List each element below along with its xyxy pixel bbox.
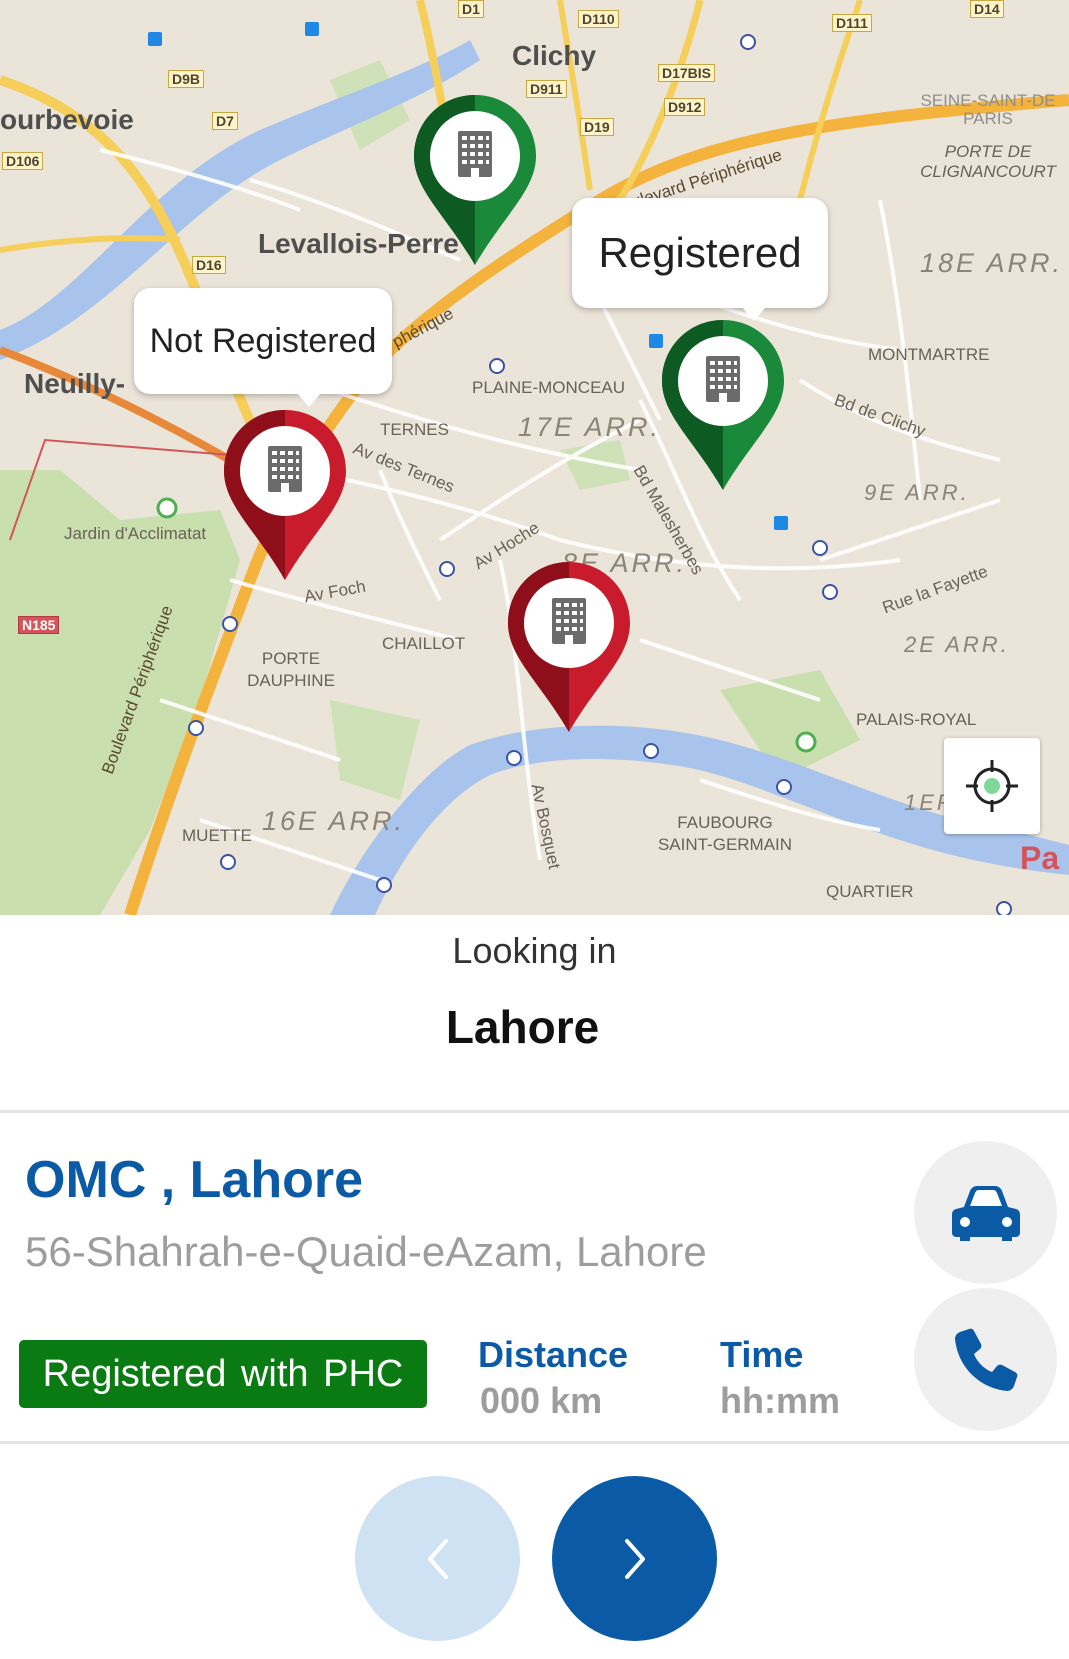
road-shield: D106 [2, 152, 44, 170]
map-pin-registered[interactable] [414, 95, 536, 265]
map-label-arr2: 2E ARR. [904, 632, 1010, 657]
my-location-button[interactable] [944, 738, 1040, 834]
road-shield: D912 [664, 98, 706, 116]
map-label-palais-royal: PALAIS-ROYAL [856, 710, 977, 729]
call-button[interactable] [914, 1288, 1057, 1431]
map-pin-not-registered[interactable] [224, 410, 346, 580]
map-label-faubourg: FAUBOURG SAINT-GERMAIN [657, 813, 793, 854]
map-label-seine-st-denis: SEINE-SAINT-DE PARIS [920, 91, 1056, 128]
building-icon [268, 446, 302, 492]
road-shield: N185 [18, 616, 60, 634]
looking-in-label: Looking in [452, 930, 617, 971]
previous-button[interactable] [355, 1476, 520, 1641]
map-label-muette: MUETTE [182, 826, 252, 845]
map-label-courbevoie: ourbevoie [0, 104, 134, 135]
road-shield: D17BIS [658, 64, 716, 82]
map-pin-registered[interactable] [662, 320, 784, 490]
map-pin-not-registered[interactable] [508, 562, 630, 732]
locate-icon [966, 760, 1018, 812]
center-address: 56-Shahrah-e-Quaid-eAzam, Lahore [25, 1228, 707, 1275]
distance-label: Distance [478, 1334, 629, 1375]
road-shield: D110 [578, 10, 619, 28]
map-label-paris: Pa [1020, 840, 1060, 876]
map-label-arr16: 16E ARR. [262, 806, 406, 836]
map-label-clichy: Clichy [512, 40, 597, 71]
time-value: hh:mm [720, 1380, 840, 1421]
map-label-chaillot: CHAILLOT [382, 634, 466, 653]
road-shield: D16 [192, 256, 226, 274]
map-label-ternes: TERNES [380, 420, 449, 439]
registered-callout: Registered [572, 198, 828, 321]
time-label: Time [720, 1334, 804, 1375]
map-label-quartier: QUARTIER [826, 882, 914, 901]
phone-icon [954, 1328, 1017, 1391]
divider [0, 1441, 1069, 1444]
registration-status-badge: Registered with PHC [19, 1340, 427, 1408]
next-button[interactable] [552, 1476, 717, 1641]
road-shield: D19 [580, 118, 614, 136]
building-icon [458, 131, 492, 177]
map-label-plaine-monceau: PLAINE-MONCEAU [472, 378, 626, 397]
center-name[interactable]: OMC , Lahore [25, 1150, 363, 1210]
road-shield: D9B [168, 70, 205, 88]
map-label-porte-clignancourt: PORTE DE CLIGNANCOURT [920, 142, 1056, 181]
map-label-jardin: Jardin d'Acclimatat [64, 524, 207, 543]
map-label-arr18: 18E ARR. [920, 248, 1064, 278]
building-icon [552, 598, 586, 644]
map-view[interactable]: Clichy ourbevoie Levallois-Perre Neuilly… [0, 0, 1069, 915]
map-label-arr17: 17E ARR. [518, 412, 662, 442]
map-label-arr9: 9E ARR. [864, 480, 970, 505]
selected-city[interactable]: Lahore [0, 1000, 1045, 1054]
divider [0, 1110, 1069, 1113]
chevron-left-icon [427, 1538, 448, 1579]
chevron-right-icon [624, 1538, 645, 1579]
road-shield: D111 [832, 14, 872, 32]
map-label-porte-dauphine: PORTE DAUPHINE [247, 649, 335, 690]
map-label-montmartre: MONTMARTRE [868, 345, 990, 364]
not-registered-callout: Not Registered [134, 288, 392, 407]
map-label-neuilly: Neuilly- [24, 368, 126, 399]
road-shield: D14 [970, 0, 1004, 18]
road-shield: D1 [458, 0, 484, 18]
road-shield: D7 [212, 112, 238, 130]
building-icon [706, 356, 740, 402]
distance-value: 000 km [480, 1380, 603, 1421]
car-icon [951, 1185, 1020, 1241]
directions-button[interactable] [914, 1141, 1057, 1284]
